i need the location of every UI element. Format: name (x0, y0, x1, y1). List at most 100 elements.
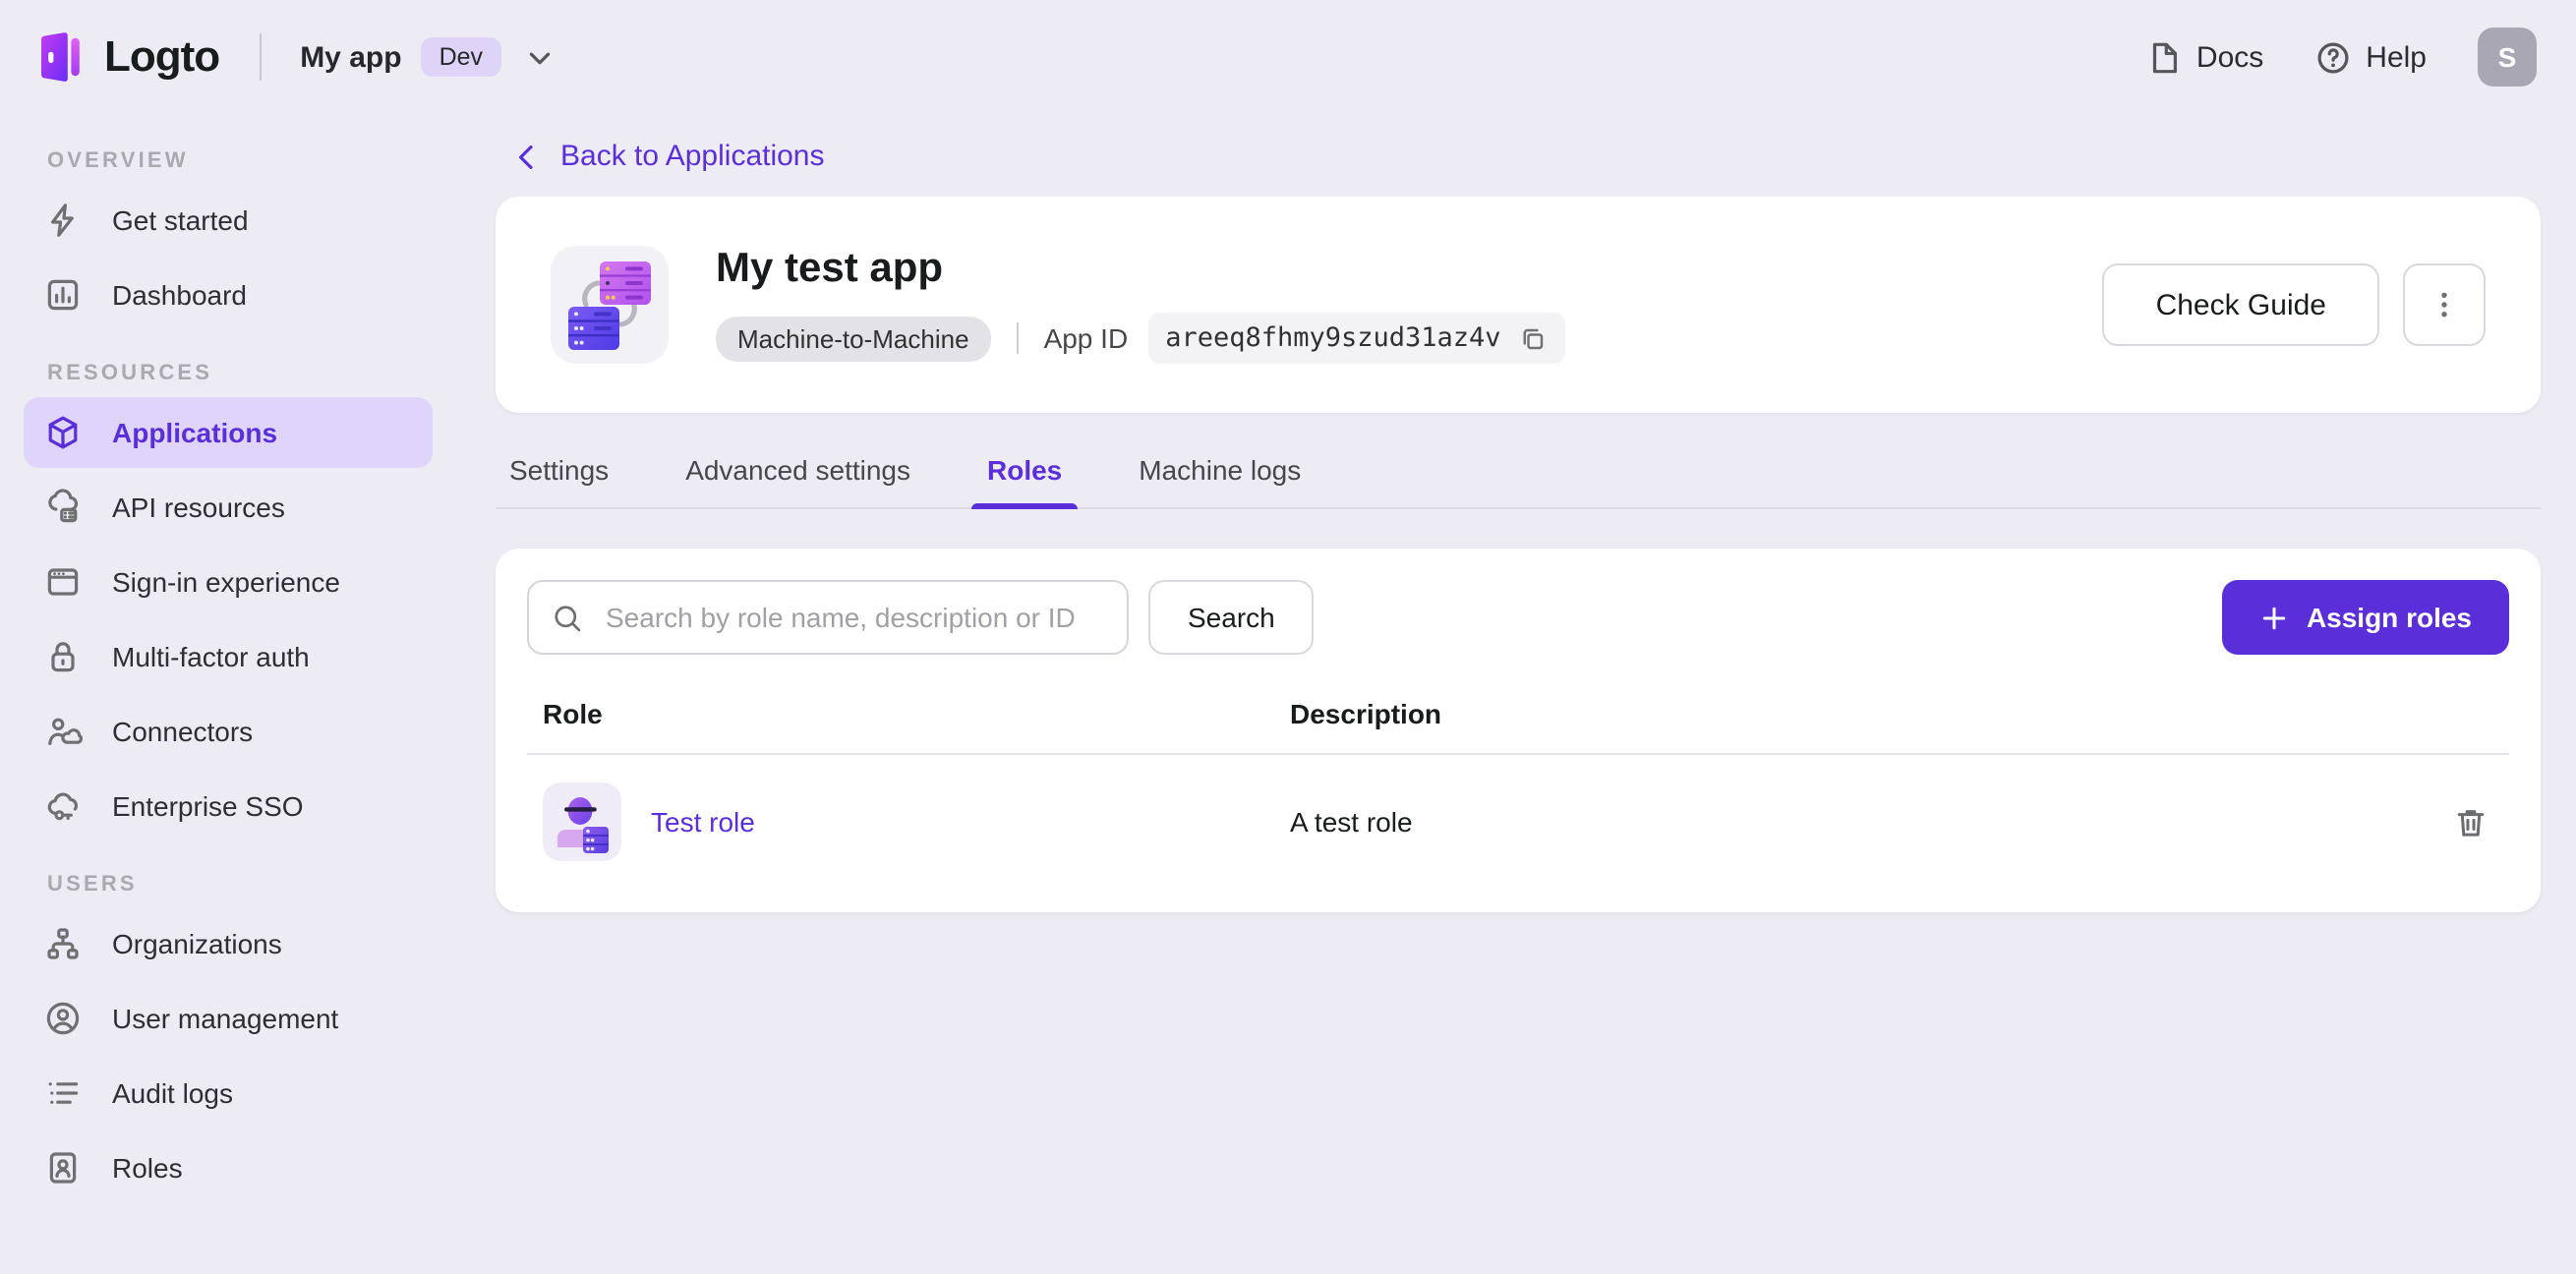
topbar-divider (259, 33, 262, 81)
help-label: Help (2366, 40, 2427, 74)
role-search-input[interactable] (602, 600, 1105, 636)
app-meta: Machine-to-Machine App ID areeq8fhmy9szu… (716, 313, 1566, 365)
user-circle-icon (43, 999, 83, 1038)
search-button-label: Search (1188, 602, 1275, 634)
app-title: My test app (716, 246, 944, 291)
sidebar-item-sign-in-experience[interactable]: Sign-in experience (24, 547, 433, 617)
sidebar-item-api-resources[interactable]: API resources (24, 472, 433, 543)
tenant-env-badge: Dev (421, 37, 501, 77)
sidebar-item-label: Dashboard (112, 279, 247, 311)
sidebar-item-connectors[interactable]: Connectors (24, 696, 433, 767)
back-to-applications-link[interactable]: Back to Applications (511, 140, 825, 173)
search-icon (551, 601, 584, 634)
m2m-role-icon (543, 782, 621, 862)
brand-name: Logto (104, 31, 220, 81)
meta-divider (1016, 322, 1019, 355)
list-icon (43, 1073, 83, 1113)
machine-to-machine-app-icon (551, 246, 669, 365)
id-badge-icon (43, 1148, 83, 1187)
column-header-description: Description (1290, 698, 1442, 730)
docs-label: Docs (2195, 40, 2264, 74)
lock-icon (43, 637, 83, 676)
help-link[interactable]: Help (2314, 38, 2427, 76)
sidebar-item-label: Multi-factor auth (112, 641, 310, 672)
tenant-name: My app (300, 40, 402, 74)
app-type-badge: Machine-to-Machine (716, 316, 991, 362)
role-cell: Test role (527, 782, 1290, 862)
role-search-box[interactable] (527, 580, 1129, 656)
table-row: Test role A test role (527, 755, 2509, 881)
topbar: Logto My app Dev Docs Help S (0, 0, 2576, 114)
logto-console: Logto My app Dev Docs Help S OVERVIEW Ge… (0, 0, 2576, 1274)
sidebar-item-organizations[interactable]: Organizations (24, 908, 433, 979)
copy-icon[interactable] (1519, 323, 1549, 353)
roles-toolbar: Search Assign roles (527, 580, 2509, 656)
row-actions (2411, 803, 2509, 840)
role-description: A test role (1290, 806, 1413, 839)
kebab-icon (2427, 287, 2462, 322)
plus-icon (2259, 603, 2289, 632)
sidebar-item-label: Enterprise SSO (112, 790, 304, 822)
docs-link[interactable]: Docs (2145, 38, 2263, 76)
sidebar-item-label: API resources (112, 492, 285, 523)
sidebar: OVERVIEW Get started Dashboard RESOURCES… (0, 114, 456, 1274)
sidebar-section-overview: OVERVIEW (47, 149, 189, 173)
sidebar-item-label: Connectors (112, 716, 254, 747)
roles-table: Role Description Test role A test role (527, 686, 2509, 881)
assign-roles-button[interactable]: Assign roles (2221, 580, 2509, 656)
column-header-role: Role (543, 698, 603, 730)
sidebar-item-enterprise-sso[interactable]: Enterprise SSO (24, 771, 433, 841)
sidebar-item-label: Get started (112, 204, 249, 236)
sidebar-section-resources: RESOURCES (47, 362, 213, 385)
app-header-card: My test app Machine-to-Machine App ID ar… (496, 197, 2541, 414)
tab-roles[interactable]: Roles (970, 444, 1079, 510)
role-name-link[interactable]: Test role (651, 806, 755, 838)
bar-chart-icon (43, 275, 83, 315)
sidebar-item-label: Applications (112, 417, 278, 448)
cloud-key-icon (43, 786, 83, 826)
sidebar-item-get-started[interactable]: Get started (24, 185, 433, 256)
app-tabs: Settings Advanced settings Roles Machine… (496, 444, 2541, 510)
check-guide-label: Check Guide (2155, 288, 2326, 322)
lightning-icon (43, 201, 83, 240)
sidebar-item-label: Organizations (112, 928, 282, 959)
sidebar-item-label: User management (112, 1003, 339, 1034)
chevron-down-icon (520, 38, 557, 76)
app-id-label: App ID (1043, 322, 1129, 355)
browser-icon (43, 562, 83, 602)
app-id-value: areeq8fhmy9szud31az4v (1165, 322, 1501, 355)
tab-advanced-settings[interactable]: Advanced settings (683, 444, 912, 507)
sidebar-item-multi-factor-auth[interactable]: Multi-factor auth (24, 621, 433, 692)
main-content: Back to Applications My test app Machine… (456, 114, 2576, 1274)
sidebar-item-audit-logs[interactable]: Audit logs (24, 1058, 433, 1129)
search-button[interactable]: Search (1148, 580, 1315, 656)
sidebar-section-users: USERS (47, 873, 138, 897)
check-guide-button[interactable]: Check Guide (2102, 263, 2379, 347)
app-id-pill: areeq8fhmy9szud31az4v (1147, 313, 1566, 365)
sidebar-item-label: Sign-in experience (112, 566, 340, 598)
tab-settings[interactable]: Settings (507, 444, 611, 507)
sidebar-item-label: Audit logs (112, 1077, 233, 1109)
org-tree-icon (43, 924, 83, 963)
roles-table-header: Role Description (527, 686, 2509, 756)
sidebar-item-dashboard[interactable]: Dashboard (24, 260, 433, 330)
roles-panel: Search Assign roles Role Description (496, 549, 2541, 913)
topbar-actions: Docs Help S (2145, 28, 2537, 87)
cube-icon (43, 413, 83, 452)
delete-role-button[interactable] (2452, 803, 2489, 840)
sidebar-item-user-management[interactable]: User management (24, 983, 433, 1054)
document-icon (2145, 38, 2183, 76)
avatar-initial: S (2497, 41, 2517, 73)
logto-logo[interactable]: Logto (35, 29, 220, 85)
assign-roles-label: Assign roles (2306, 602, 2472, 634)
sidebar-item-applications[interactable]: Applications (24, 397, 433, 468)
tenant-selector[interactable]: My app Dev (300, 37, 557, 77)
user-avatar[interactable]: S (2478, 28, 2537, 87)
question-circle-icon (2314, 38, 2352, 76)
more-options-button[interactable] (2403, 263, 2486, 347)
cloud-box-icon (43, 488, 83, 527)
sidebar-item-roles[interactable]: Roles (24, 1132, 433, 1203)
app-card-actions: Check Guide (2102, 263, 2486, 347)
tab-machine-logs[interactable]: Machine logs (1137, 444, 1303, 507)
app-info: My test app Machine-to-Machine App ID ar… (716, 246, 1566, 365)
